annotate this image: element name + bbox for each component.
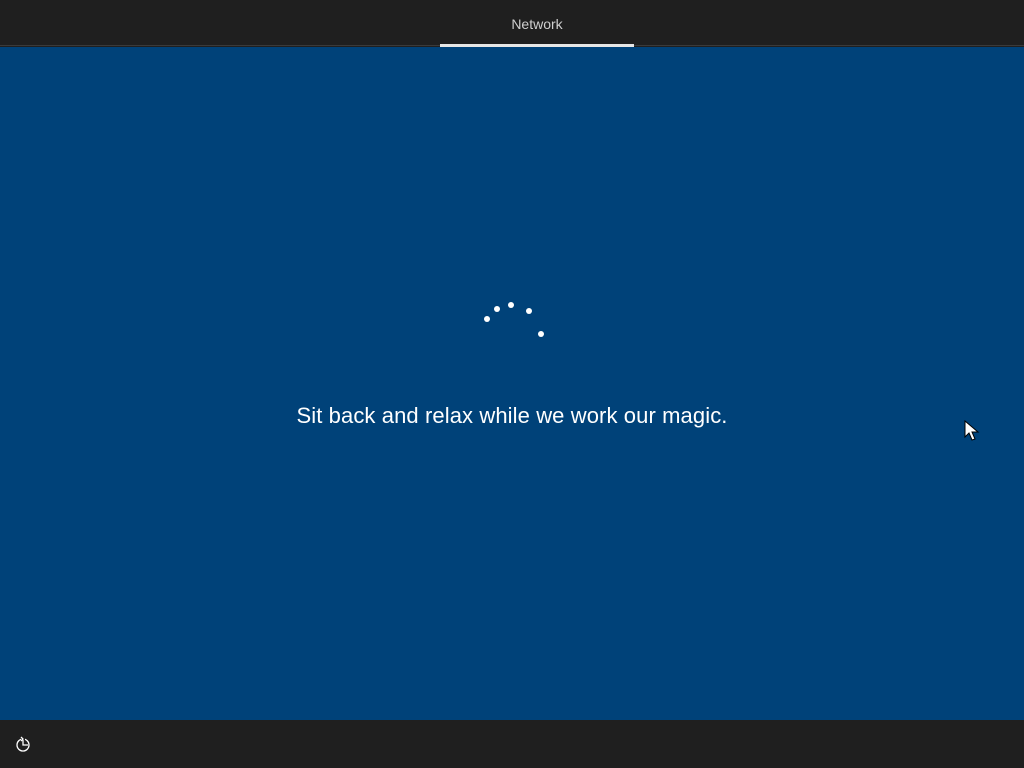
spinner-dot xyxy=(508,302,514,308)
spinner-dot xyxy=(484,316,490,322)
spinner-dot xyxy=(526,308,532,314)
ease-of-access-button[interactable] xyxy=(12,734,34,756)
spinner-dot xyxy=(538,331,544,337)
tab-network: Network xyxy=(511,16,563,32)
mouse-cursor-icon xyxy=(964,420,980,441)
loading-dots-icon xyxy=(484,302,544,337)
ease-of-access-icon xyxy=(16,736,30,752)
status-message: Sit back and relax while we work our mag… xyxy=(296,403,728,428)
bottom-bar xyxy=(0,720,1024,768)
main-area: Sit back and relax while we work our mag… xyxy=(0,47,1024,720)
spinner-dot xyxy=(494,306,500,312)
top-bar: Network xyxy=(0,0,1024,47)
